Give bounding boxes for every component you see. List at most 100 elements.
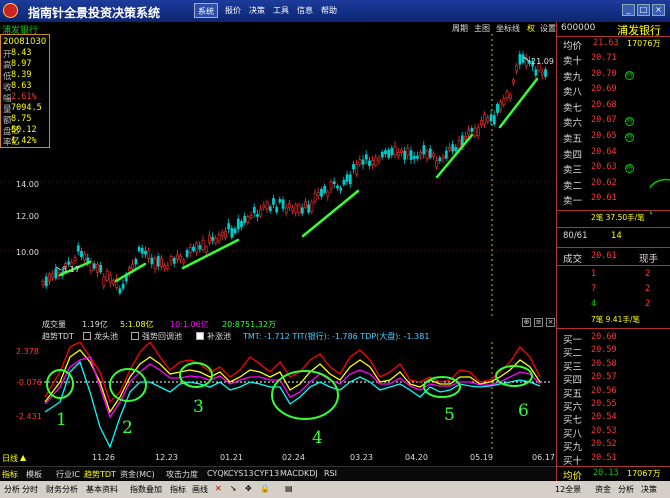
indicator-name[interactable]: 趋势TDT bbox=[42, 331, 74, 342]
candlesticks bbox=[41, 50, 547, 296]
status-intraday[interactable]: 分时 bbox=[22, 484, 38, 495]
checkbox-dragon-pool[interactable] bbox=[83, 332, 91, 340]
price-label-14: 14.00 bbox=[16, 180, 39, 189]
checkbox-pullback-pool[interactable] bbox=[131, 332, 139, 340]
status-decision[interactable]: 决策 bbox=[641, 484, 657, 495]
close-button[interactable]: × bbox=[652, 4, 665, 16]
tab-cyf13[interactable]: CYF13 bbox=[254, 469, 279, 478]
ask-level-row[interactable]: 卖十 20.71 bbox=[557, 53, 670, 67]
level-label: 买六 bbox=[563, 402, 583, 413]
price-chart[interactable]: 14.00 12.00 10.00 8.17 21.09 bbox=[0, 34, 556, 319]
menu-quotes[interactable]: 报价 bbox=[222, 3, 244, 18]
minimize-button[interactable]: _ bbox=[622, 4, 635, 16]
level-label: 卖六 bbox=[563, 118, 583, 130]
bid-level-row[interactable]: 买一 20.60 bbox=[557, 332, 670, 346]
tool-rights[interactable]: 权 bbox=[527, 23, 535, 34]
trade-nums-row-2: 7 2 bbox=[557, 284, 670, 297]
tool-coord-line[interactable]: 坐标线 bbox=[496, 23, 520, 34]
level-price: 20.70 bbox=[591, 68, 617, 79]
status-index-overlay[interactable]: 指数叠加 bbox=[130, 484, 162, 495]
ask-level-row[interactable]: 卖八 20.69 bbox=[557, 84, 670, 98]
ask-level-row[interactable]: 卖五 20.65 特 bbox=[557, 131, 670, 145]
tab-attack-strength[interactable]: 攻击力度 bbox=[166, 469, 198, 480]
period-dropdown-icon[interactable]: ▲ bbox=[20, 453, 26, 462]
tab-cyqk[interactable]: CYQK bbox=[207, 469, 229, 478]
tab-cys13[interactable]: CYS13 bbox=[228, 469, 254, 478]
level-price: 20.51 bbox=[591, 452, 617, 463]
volume-ma20: 20:8751.32万 bbox=[222, 320, 276, 329]
status-analysis-right[interactable]: 分析 bbox=[618, 484, 634, 495]
tab-industry-ic[interactable]: 行业IC bbox=[56, 469, 80, 480]
ask-level-row[interactable]: 卖六 20.67 特 bbox=[557, 115, 670, 130]
restore-button[interactable]: □ bbox=[637, 4, 650, 16]
indicator-values: TMT: -1.712 TIT(银行): -1.786 TDP(大盘): -1.… bbox=[243, 332, 430, 341]
menu-tools[interactable]: 工具 bbox=[270, 3, 292, 18]
print-icon[interactable]: ▤ bbox=[285, 484, 293, 493]
status-indicator[interactable]: 指标 bbox=[170, 484, 186, 495]
pan-icon[interactable]: ✥ bbox=[245, 484, 252, 493]
level-price: 20.68 bbox=[591, 99, 617, 110]
status-analysis[interactable]: 分析 bbox=[4, 484, 20, 495]
tab-indicator[interactable]: 指标 bbox=[2, 469, 18, 480]
ask-level-row[interactable]: 卖九 20.70 特 bbox=[557, 68, 670, 83]
bid-level-row[interactable]: 买五 20.56 bbox=[557, 386, 670, 400]
indicator-chart[interactable]: 2.378 -0.076 -2.431 1 2 3 4 5 6 bbox=[0, 342, 556, 452]
marker-2: 2 bbox=[122, 418, 133, 438]
status-panorama[interactable]: 12全景 bbox=[555, 484, 581, 495]
ask-level-row[interactable]: 卖三 20.63 特 bbox=[557, 162, 670, 176]
level-label: 卖一 bbox=[563, 196, 583, 208]
status-capital[interactable]: 资金 bbox=[595, 484, 611, 495]
status-draw[interactable]: 画线 bbox=[192, 484, 208, 495]
ask-level-row[interactable]: 卖四 20.64 bbox=[557, 147, 670, 161]
period-label[interactable]: 日线 bbox=[2, 453, 18, 464]
info-open: 8.43 bbox=[11, 48, 32, 58]
bid-level-row[interactable]: 买四 20.57 bbox=[557, 372, 670, 386]
ind-axis-bottom: -2.431 bbox=[16, 412, 42, 421]
tab-kdj[interactable]: KDJ bbox=[304, 469, 318, 478]
avg2-volume: 17067万 bbox=[627, 469, 661, 478]
menu-decision[interactable]: 决策 bbox=[246, 3, 268, 18]
ratio-a: 80/61 bbox=[563, 231, 588, 241]
tick-icon: 特 bbox=[625, 164, 634, 174]
bid-level-row[interactable]: 买三 20.58 bbox=[557, 359, 670, 373]
bid-level-row[interactable]: 买八 20.53 bbox=[557, 426, 670, 440]
trade-num: 4 bbox=[591, 299, 597, 309]
bid-level-row[interactable]: 买十 20.51 bbox=[557, 452, 670, 467]
menu-system[interactable]: 系统 bbox=[194, 3, 218, 18]
tab-macd[interactable]: MACD bbox=[280, 469, 304, 478]
level-label: 卖七 bbox=[563, 102, 583, 114]
bid-level-row[interactable]: 买七 20.54 bbox=[557, 412, 670, 426]
settings-icon[interactable]: ≡ bbox=[534, 318, 543, 327]
menu-help[interactable]: 帮助 bbox=[318, 3, 340, 18]
tool-settings[interactable]: 设置 bbox=[540, 23, 556, 34]
status-basic-info[interactable]: 基本资料 bbox=[86, 484, 118, 495]
checkbox-catchup-pool[interactable] bbox=[196, 332, 204, 340]
close-pane-icon[interactable]: × bbox=[546, 318, 555, 327]
level-label: 卖十 bbox=[563, 56, 583, 67]
ask-level-row[interactable]: 卖七 20.68 bbox=[557, 99, 670, 114]
tick-icon: 特 bbox=[625, 70, 634, 80]
tab-capital-mc[interactable]: 资金(MC) bbox=[120, 469, 155, 480]
pointer-icon[interactable]: ➘ bbox=[230, 484, 237, 493]
tab-trend-tdt[interactable]: 趋势TDT bbox=[84, 469, 116, 480]
tab-template[interactable]: 模板 bbox=[26, 469, 42, 480]
bid-level-row[interactable]: 买二 20.59 bbox=[557, 345, 670, 360]
volume-row: 成交量 1.19亿 5:1.08亿 10:1.06亿 20:8751.32万 ⊕… bbox=[0, 318, 556, 330]
lock-icon[interactable]: 🔒 bbox=[260, 484, 270, 493]
bid-level-row[interactable]: 买六 20.55 bbox=[557, 399, 670, 413]
info-date: 20081030 bbox=[3, 37, 47, 47]
volume-total: 1.19亿 bbox=[82, 320, 108, 329]
tab-rsi[interactable]: RSI bbox=[324, 469, 337, 478]
bid-level-row[interactable]: 买九 20.52 bbox=[557, 439, 670, 453]
tool-main-chart[interactable]: 主图 bbox=[474, 23, 490, 34]
ratio-b: 14 bbox=[611, 231, 622, 241]
avg2-price: 20.13 bbox=[593, 468, 619, 478]
zoom-icon[interactable]: ⊕ bbox=[522, 318, 531, 327]
tool-period[interactable]: 周期 bbox=[452, 23, 468, 34]
option-dragon-pool: 龙头池 bbox=[94, 332, 118, 341]
level-price: 20.65 bbox=[591, 131, 617, 141]
status-financial[interactable]: 财务分析 bbox=[46, 484, 78, 495]
close-x-icon[interactable]: ✕ bbox=[215, 484, 222, 493]
menu-info[interactable]: 信息 bbox=[294, 3, 316, 18]
level-label: 买二 bbox=[563, 348, 583, 360]
